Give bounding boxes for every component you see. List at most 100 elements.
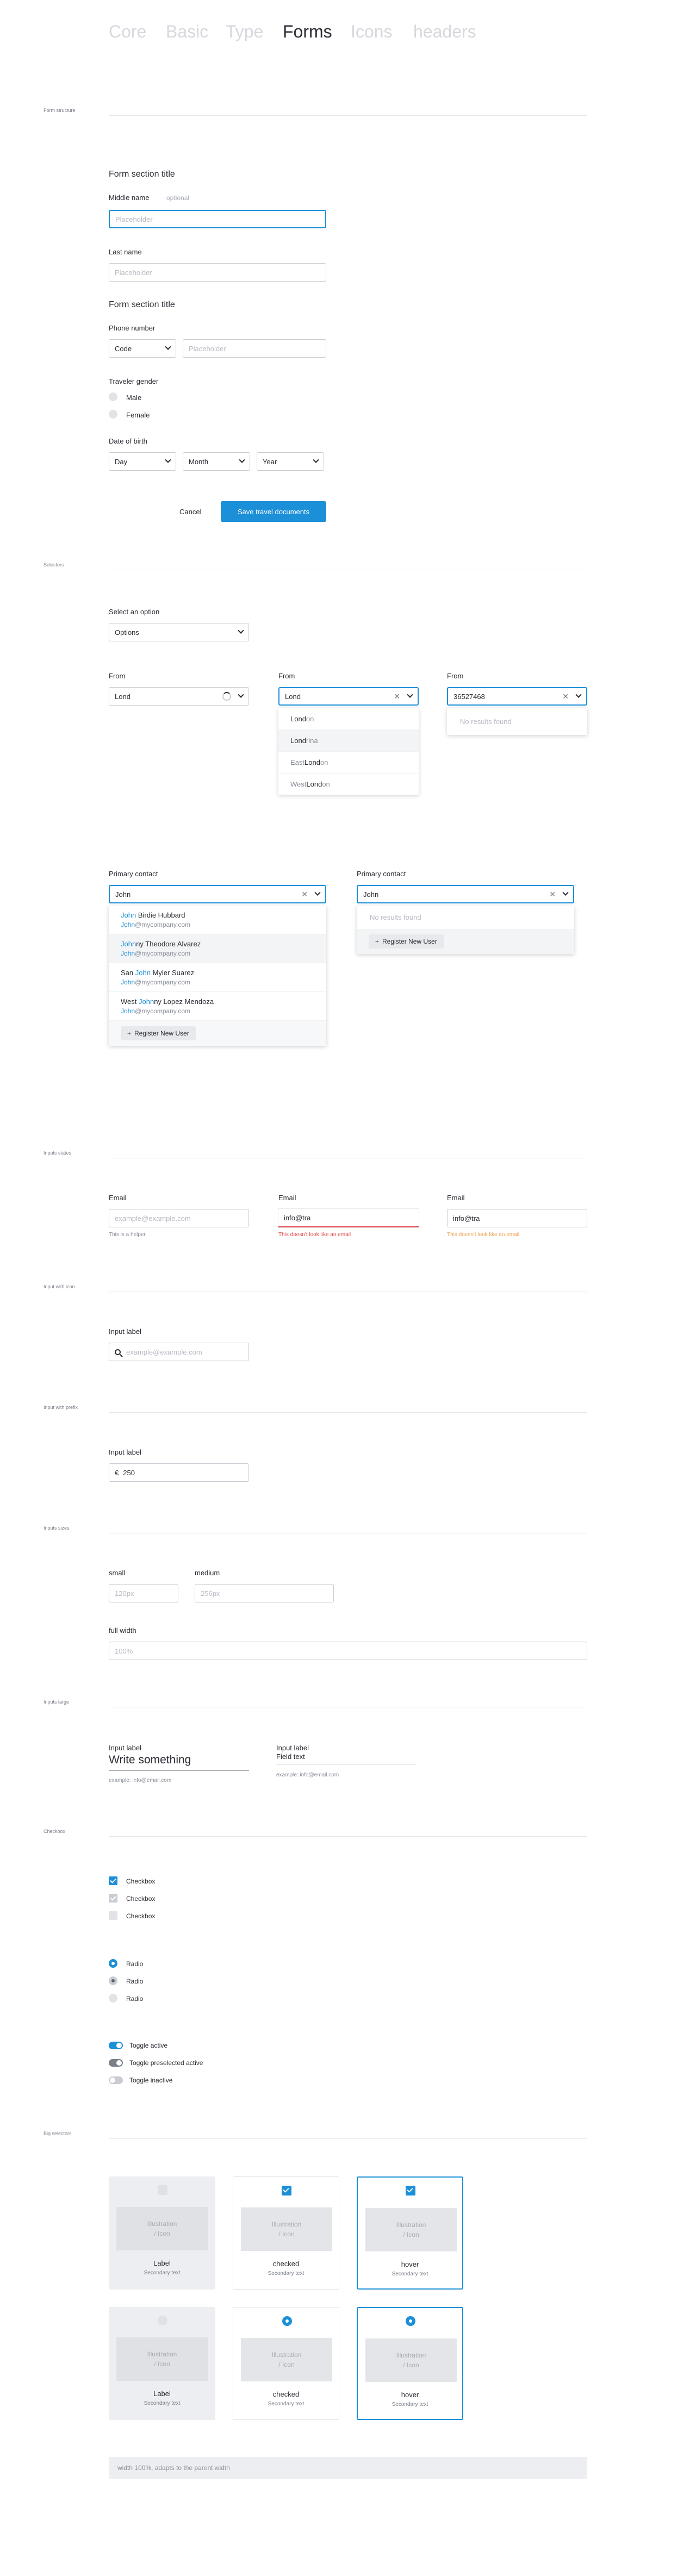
radio-selected[interactable]	[109, 1959, 117, 1968]
section-label: Inputs states	[44, 1150, 72, 1156]
radio-label: Radio	[126, 1995, 144, 2003]
close-icon[interactable]: ✕	[549, 890, 556, 899]
search-input[interactable]: example@example.com	[109, 1343, 249, 1361]
contact-option[interactable]: John Birdie Hubbard John@mycompany.com	[109, 906, 326, 934]
medium-input[interactable]: 256px	[195, 1584, 334, 1602]
tab-core[interactable]: Core	[109, 22, 146, 42]
tab-type[interactable]: Type	[226, 22, 263, 42]
plus-icon: +	[127, 1030, 132, 1037]
options-select[interactable]: Options	[109, 623, 249, 641]
chevron-down-icon	[314, 889, 321, 896]
checkbox-unchecked[interactable]	[109, 1911, 117, 1920]
city-option[interactable]: East Lond on	[278, 751, 419, 773]
city-option[interactable]: Lond rina	[278, 729, 419, 751]
phone-code-select[interactable]: Code	[109, 339, 176, 358]
from-combobox-empty[interactable]: 36527468 ✕	[447, 687, 587, 706]
placeholder: 100%	[115, 1646, 133, 1655]
large-input[interactable]: Field text	[276, 1752, 417, 1764]
input-value: info@tra	[453, 1214, 480, 1222]
close-icon[interactable]: ✕	[301, 890, 308, 899]
card-title: checked	[272, 2260, 300, 2268]
from-combobox-loading[interactable]: Lond	[109, 687, 249, 706]
close-icon[interactable]: ✕	[394, 692, 400, 701]
card-title: checked	[272, 2390, 300, 2398]
tab-headers[interactable]: headers	[413, 22, 476, 42]
contact-option[interactable]: Johnny Theodore Alvarez John@mycompany.co…	[109, 934, 326, 963]
error-text: This doesn't look like an email	[278, 1232, 351, 1238]
checkbox-checked	[406, 2186, 415, 2195]
phone-label: Phone number	[109, 324, 156, 332]
placeholder: example@example.com	[126, 1348, 202, 1356]
placeholder: 120px	[115, 1589, 134, 1598]
middle-name-label: Middle name	[109, 194, 150, 202]
register-user-button[interactable]: + Register New User	[121, 1026, 196, 1040]
placeholder: Placeholder	[115, 268, 152, 277]
from-combobox-open[interactable]: Lond ✕	[278, 687, 419, 706]
checkbox-checked[interactable]	[109, 1876, 117, 1885]
toggle-active[interactable]	[109, 2042, 123, 2049]
city-option[interactable]: Lond on	[278, 708, 419, 729]
big-selector-card[interactable]: Illustration / Icon checked Secondary tex…	[233, 2176, 339, 2290]
spinner-icon	[222, 692, 231, 701]
tab-basic[interactable]: Basic	[166, 22, 208, 42]
toggle-preselected[interactable]	[109, 2059, 123, 2067]
contact-combobox[interactable]: John ✕	[109, 885, 326, 903]
tab-forms[interactable]: Forms	[283, 22, 332, 42]
year-select[interactable]: Year	[257, 452, 324, 471]
input-label: Input label	[276, 1744, 309, 1752]
full-width-input[interactable]: 100%	[109, 1642, 587, 1660]
cancel-button[interactable]: Cancel	[179, 508, 201, 516]
small-label: small	[109, 1569, 126, 1577]
chevron-down-icon	[165, 457, 171, 463]
tab-icons[interactable]: Icons	[351, 22, 392, 42]
radio-preselected[interactable]	[109, 1976, 117, 1985]
contact-option[interactable]: West Johnny Lopez Mendoza John@mycompany.…	[109, 991, 326, 1020]
contact-dropdown-empty: No results found + Register New User	[357, 906, 574, 954]
checkbox-label: Checkbox	[126, 1895, 156, 1903]
radio-female[interactable]	[109, 410, 117, 419]
medium-label: medium	[195, 1569, 220, 1577]
checkbox-checked	[282, 2186, 291, 2195]
chevron-down-icon	[313, 457, 319, 463]
big-selector-card[interactable]: Illustration / Icon Label Secondary text	[109, 2176, 215, 2290]
day-select[interactable]: Day	[109, 452, 176, 471]
input-label: Input label	[109, 1327, 141, 1336]
toggle-inactive[interactable]	[109, 2076, 123, 2084]
contact-option[interactable]: San John Myler Suarez John@mycompany.com	[109, 963, 326, 991]
contact-label: Primary contact	[357, 870, 406, 878]
big-selector-card[interactable]: Illustration / Icon Label Secondary text	[109, 2307, 215, 2420]
close-icon[interactable]: ✕	[562, 692, 569, 701]
placeholder: example@example.com	[115, 1214, 191, 1222]
helper-text: example: info@email.com	[276, 1772, 339, 1778]
section-label: Input with icon	[44, 1284, 75, 1289]
phone-number-input[interactable]: Placeholder	[183, 339, 326, 358]
email-input-default[interactable]: example@example.com	[109, 1209, 249, 1227]
radio-male[interactable]	[109, 392, 117, 401]
chevron-down-icon	[165, 344, 171, 350]
placeholder: Placeholder	[189, 344, 226, 353]
big-selector-card[interactable]: Illustration / Icon hover Secondary text	[357, 2176, 463, 2290]
radio-unselected[interactable]	[109, 1994, 117, 2003]
input-value: Field text	[276, 1752, 305, 1761]
middle-name-input[interactable]: Placeholder	[109, 210, 326, 228]
month-select[interactable]: Month	[183, 452, 250, 471]
big-selector-card[interactable]: Illustration / Icon checked Secondary tex…	[233, 2307, 339, 2420]
register-user-button[interactable]: + Register New User	[369, 934, 444, 949]
gender-label: Traveler gender	[109, 377, 159, 385]
city-option[interactable]: West Lond on	[278, 773, 419, 795]
save-button[interactable]: Save travel documents	[221, 501, 326, 522]
euro-prefix: €	[115, 1468, 119, 1477]
big-selector-card[interactable]: Illustration / Icon hover Secondary text	[357, 2307, 463, 2420]
last-name-input[interactable]: Placeholder	[109, 263, 326, 282]
checkbox-preselected[interactable]	[109, 1894, 117, 1903]
toggle-label: Toggle preselected active	[129, 2059, 203, 2067]
large-input-focused[interactable]: Write something	[109, 1754, 249, 1771]
small-input[interactable]: 120px	[109, 1584, 178, 1602]
from-value: 36527468	[453, 692, 485, 701]
email-input-warning[interactable]: info@tra	[447, 1209, 587, 1227]
email-input-error[interactable]: info@tra	[278, 1209, 419, 1227]
contact-combobox-empty[interactable]: John ✕	[357, 885, 574, 903]
form-section-title: Form section title	[109, 170, 175, 179]
amount-input[interactable]: €250	[109, 1463, 249, 1482]
card-subtitle: Secondary text	[268, 2401, 304, 2407]
